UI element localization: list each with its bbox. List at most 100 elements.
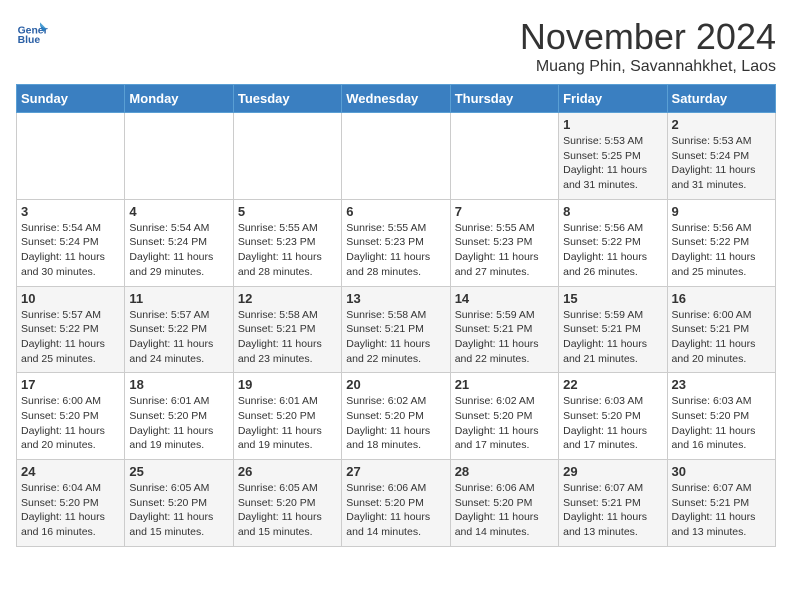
day-cell: 1Sunrise: 5:53 AM Sunset: 5:25 PM Daylig…	[559, 113, 667, 200]
day-info: Sunrise: 5:59 AM Sunset: 5:21 PM Dayligh…	[563, 308, 662, 367]
day-cell	[125, 113, 233, 200]
day-number: 28	[455, 464, 554, 479]
day-number: 7	[455, 204, 554, 219]
day-cell: 18Sunrise: 6:01 AM Sunset: 5:20 PM Dayli…	[125, 373, 233, 460]
day-cell: 20 Sunrise: 6:02 AM Sunset: 5:20 PM Dayli…	[342, 373, 450, 460]
day-number: 22	[563, 377, 662, 392]
day-info: Sunrise: 6:06 AM Sunset: 5:20 PM Dayligh…	[455, 481, 554, 540]
week-row-2: 3 Sunrise: 5:54 AM Sunset: 5:24 PM Daylig…	[17, 199, 776, 286]
day-number: 4	[129, 204, 228, 219]
day-cell: 12 Sunrise: 5:58 AM Sunset: 5:21 PM Dayli…	[233, 286, 341, 373]
week-row-5: 24 Sunrise: 6:04 AM Sunset: 5:20 PM Dayli…	[17, 460, 776, 547]
day-number: 26	[238, 464, 337, 479]
day-info: Sunrise: 6:04 AM Sunset: 5:20 PM Dayligh…	[21, 481, 120, 540]
logo: General Blue	[16, 16, 48, 48]
day-cell	[342, 113, 450, 200]
day-info: Sunrise: 5:57 AM Sunset: 5:22 PM Dayligh…	[129, 308, 228, 367]
day-cell: 3Sunrise: 5:54 AM Sunset: 5:24 PM Daylig…	[17, 199, 125, 286]
day-info: Sunrise: 6:02 AM Sunset: 5:20 PM Dayligh…	[455, 394, 554, 453]
day-cell: 5Sunrise: 5:55 AM Sunset: 5:23 PM Daylig…	[233, 199, 341, 286]
day-info: Sunrise: 6:06 AM Sunset: 5:20 PM Dayligh…	[346, 481, 445, 540]
day-info: Sunrise: 5:58 AM Sunset: 5:21 PM Dayligh…	[238, 308, 337, 367]
day-cell	[450, 113, 558, 200]
day-number: 18	[129, 377, 228, 392]
month-title: November 2024	[520, 16, 776, 58]
day-info: Sunrise: 5:56 AM Sunset: 5:22 PM Dayligh…	[672, 221, 771, 280]
week-row-4: 17Sunrise: 6:00 AM Sunset: 5:20 PM Dayli…	[17, 373, 776, 460]
day-info: Sunrise: 6:05 AM Sunset: 5:20 PM Dayligh…	[238, 481, 337, 540]
day-number: 10	[21, 291, 120, 306]
day-number: 27	[346, 464, 445, 479]
location-title: Muang Phin, Savannahkhet, Laos	[520, 58, 776, 76]
day-number: 29	[563, 464, 662, 479]
weekday-wednesday: Wednesday	[342, 85, 450, 113]
day-cell: 8 Sunrise: 5:56 AM Sunset: 5:22 PM Daylig…	[559, 199, 667, 286]
day-number: 8	[563, 204, 662, 219]
week-row-1: 1Sunrise: 5:53 AM Sunset: 5:25 PM Daylig…	[17, 113, 776, 200]
day-number: 9	[672, 204, 771, 219]
day-number: 21	[455, 377, 554, 392]
day-info: Sunrise: 5:53 AM Sunset: 5:24 PM Dayligh…	[672, 134, 771, 193]
day-number: 13	[346, 291, 445, 306]
day-cell: 10Sunrise: 5:57 AM Sunset: 5:22 PM Dayli…	[17, 286, 125, 373]
page-header: General Blue November 2024 Muang Phin, S…	[16, 16, 776, 76]
day-cell: 2 Sunrise: 5:53 AM Sunset: 5:24 PM Daylig…	[667, 113, 775, 200]
day-cell: 16 Sunrise: 6:00 AM Sunset: 5:21 PM Dayli…	[667, 286, 775, 373]
day-cell: 30 Sunrise: 6:07 AM Sunset: 5:21 PM Dayli…	[667, 460, 775, 547]
day-info: Sunrise: 6:03 AM Sunset: 5:20 PM Dayligh…	[672, 394, 771, 453]
day-info: Sunrise: 5:54 AM Sunset: 5:24 PM Dayligh…	[129, 221, 228, 280]
day-info: Sunrise: 5:55 AM Sunset: 5:23 PM Dayligh…	[346, 221, 445, 280]
day-cell: 24 Sunrise: 6:04 AM Sunset: 5:20 PM Dayli…	[17, 460, 125, 547]
day-cell: 17Sunrise: 6:00 AM Sunset: 5:20 PM Dayli…	[17, 373, 125, 460]
day-cell: 22 Sunrise: 6:03 AM Sunset: 5:20 PM Dayli…	[559, 373, 667, 460]
day-cell: 26 Sunrise: 6:05 AM Sunset: 5:20 PM Dayli…	[233, 460, 341, 547]
day-number: 20	[346, 377, 445, 392]
day-number: 5	[238, 204, 337, 219]
weekday-saturday: Saturday	[667, 85, 775, 113]
weekday-sunday: Sunday	[17, 85, 125, 113]
weekday-friday: Friday	[559, 85, 667, 113]
day-number: 24	[21, 464, 120, 479]
logo-icon: General Blue	[16, 16, 48, 48]
day-info: Sunrise: 6:02 AM Sunset: 5:20 PM Dayligh…	[346, 394, 445, 453]
day-info: Sunrise: 6:07 AM Sunset: 5:21 PM Dayligh…	[672, 481, 771, 540]
day-number: 30	[672, 464, 771, 479]
weekday-thursday: Thursday	[450, 85, 558, 113]
day-cell: 25 Sunrise: 6:05 AM Sunset: 5:20 PM Dayli…	[125, 460, 233, 547]
day-cell: 11 Sunrise: 5:57 AM Sunset: 5:22 PM Dayli…	[125, 286, 233, 373]
day-cell: 4 Sunrise: 5:54 AM Sunset: 5:24 PM Daylig…	[125, 199, 233, 286]
day-number: 15	[563, 291, 662, 306]
day-cell: 27 Sunrise: 6:06 AM Sunset: 5:20 PM Dayli…	[342, 460, 450, 547]
weekday-header-row: SundayMondayTuesdayWednesdayThursdayFrid…	[17, 85, 776, 113]
weekday-tuesday: Tuesday	[233, 85, 341, 113]
day-number: 16	[672, 291, 771, 306]
day-info: Sunrise: 5:56 AM Sunset: 5:22 PM Dayligh…	[563, 221, 662, 280]
day-info: Sunrise: 5:59 AM Sunset: 5:21 PM Dayligh…	[455, 308, 554, 367]
day-info: Sunrise: 6:00 AM Sunset: 5:21 PM Dayligh…	[672, 308, 771, 367]
day-cell: 6 Sunrise: 5:55 AM Sunset: 5:23 PM Daylig…	[342, 199, 450, 286]
day-info: Sunrise: 6:07 AM Sunset: 5:21 PM Dayligh…	[563, 481, 662, 540]
day-number: 6	[346, 204, 445, 219]
title-block: November 2024 Muang Phin, Savannahkhet, …	[520, 16, 776, 76]
day-cell: 21 Sunrise: 6:02 AM Sunset: 5:20 PM Dayli…	[450, 373, 558, 460]
day-cell: 15 Sunrise: 5:59 AM Sunset: 5:21 PM Dayli…	[559, 286, 667, 373]
day-cell: 9 Sunrise: 5:56 AM Sunset: 5:22 PM Daylig…	[667, 199, 775, 286]
day-info: Sunrise: 6:05 AM Sunset: 5:20 PM Dayligh…	[129, 481, 228, 540]
day-cell: 23Sunrise: 6:03 AM Sunset: 5:20 PM Dayli…	[667, 373, 775, 460]
day-number: 1	[563, 117, 662, 132]
day-cell: 13Sunrise: 5:58 AM Sunset: 5:21 PM Dayli…	[342, 286, 450, 373]
day-number: 11	[129, 291, 228, 306]
weekday-monday: Monday	[125, 85, 233, 113]
day-number: 3	[21, 204, 120, 219]
day-info: Sunrise: 6:03 AM Sunset: 5:20 PM Dayligh…	[563, 394, 662, 453]
day-number: 25	[129, 464, 228, 479]
day-number: 12	[238, 291, 337, 306]
day-cell	[17, 113, 125, 200]
day-cell: 7Sunrise: 5:55 AM Sunset: 5:23 PM Daylig…	[450, 199, 558, 286]
day-number: 2	[672, 117, 771, 132]
day-number: 14	[455, 291, 554, 306]
svg-text:Blue: Blue	[18, 35, 41, 46]
day-info: Sunrise: 6:01 AM Sunset: 5:20 PM Dayligh…	[238, 394, 337, 453]
day-cell	[233, 113, 341, 200]
day-cell: 14 Sunrise: 5:59 AM Sunset: 5:21 PM Dayli…	[450, 286, 558, 373]
